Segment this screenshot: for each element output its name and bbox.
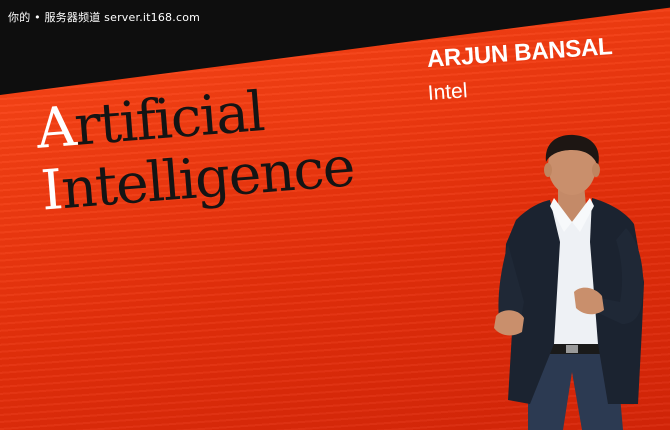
slide-title: Artificial Intelligence bbox=[33, 73, 356, 222]
stage-photo: 你的 • 服务器频道 server.it168.com Artificial I… bbox=[0, 0, 670, 430]
speaker-organization: Intel bbox=[427, 79, 469, 105]
title-cap-a: A bbox=[33, 94, 78, 161]
site-watermark: 你的 • 服务器频道 server.it168.com bbox=[8, 11, 201, 24]
person-speaking-icon bbox=[494, 134, 644, 430]
presenter-left-hand bbox=[494, 310, 524, 336]
